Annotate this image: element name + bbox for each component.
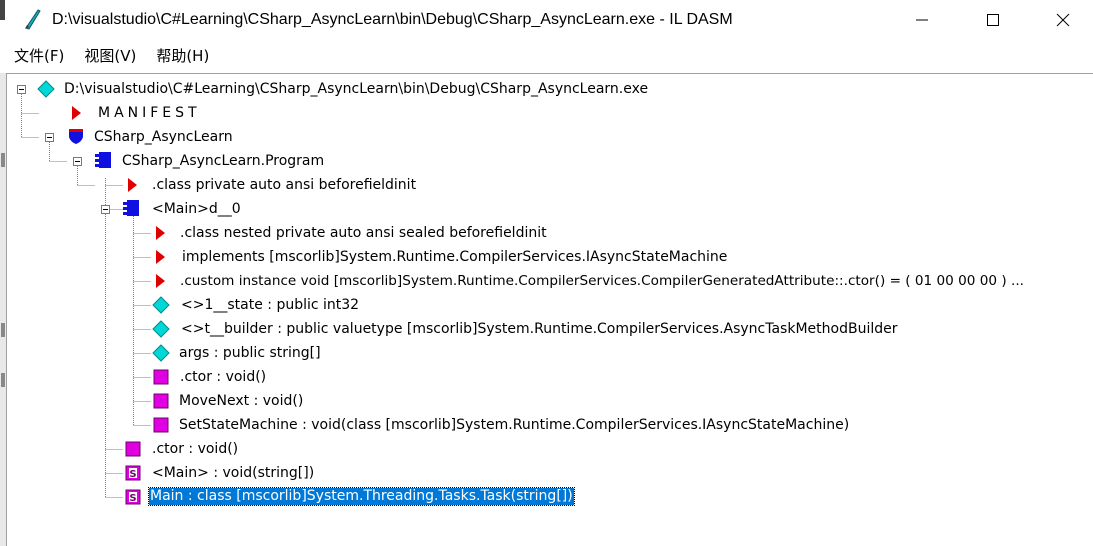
triangle-red-icon [72, 106, 81, 120]
diamond-cyan-icon [152, 320, 170, 338]
tree-node-namespace[interactable]: CSharp_AsyncLearn [94, 129, 233, 146]
diamond-cyan-icon [37, 80, 55, 98]
triangle-red-icon [156, 250, 165, 264]
static-method-icon: S [125, 489, 141, 505]
class-icon [95, 152, 111, 168]
tree-node-d0-class-decl[interactable]: .class nested private auto ansi sealed b… [180, 225, 547, 242]
tree-node-d0-setstate[interactable]: SetStateMachine : void(class [mscorlib]S… [179, 417, 849, 434]
shield-namespace-icon [69, 129, 83, 144]
root-collapse-toggle[interactable] [17, 85, 26, 94]
tree-node-program-main-selected[interactable]: Main : class [mscorlib]System.Threading.… [148, 487, 575, 506]
class-icon [123, 200, 139, 216]
static-method-icon: S [125, 465, 141, 481]
tree-node-program-main-lt[interactable]: <Main> : void(string[]) [152, 465, 314, 482]
tree-node-manifest[interactable]: MANIFEST [98, 105, 201, 122]
title-bar: D:\visualstudio\C#Learning\CSharp_AsyncL… [0, 0, 1093, 40]
window-edge [0, 0, 5, 20]
tree-node-d0-args[interactable]: args : public string[] [179, 345, 321, 362]
maximize-button[interactable] [970, 0, 1016, 40]
tree-node-d0-state[interactable]: <>1__state : public int32 [181, 297, 359, 314]
menu-help[interactable]: 帮助(H) [142, 42, 215, 70]
method-magenta-icon [153, 369, 169, 385]
diamond-cyan-icon [152, 344, 170, 362]
menu-bar: 文件(F) 视图(V) 帮助(H) [0, 42, 1093, 70]
tree-node-d0-ctor[interactable]: .ctor : void() [180, 369, 266, 386]
method-magenta-icon [153, 393, 169, 409]
tree-node-class-program[interactable]: CSharp_AsyncLearn.Program [122, 153, 324, 170]
tree-node-program-class-decl[interactable]: .class private auto ansi beforefieldinit [152, 177, 416, 194]
edge-mark [1, 323, 5, 337]
method-magenta-icon [125, 441, 141, 457]
triangle-red-icon [128, 178, 137, 192]
tree-node-root[interactable]: D:\visualstudio\C#Learning\CSharp_AsyncL… [64, 81, 648, 98]
svg-text:S: S [129, 469, 136, 480]
tree-node-program-ctor[interactable]: .ctor : void() [152, 441, 238, 458]
close-icon [1056, 13, 1070, 27]
maximize-icon [987, 14, 999, 26]
minimize-icon [916, 19, 928, 21]
ildasm-app-icon [25, 9, 41, 30]
tree-node-class-main-d0[interactable]: <Main>d__0 [152, 201, 241, 218]
tree-view[interactable]: D:\visualstudio\C#Learning\CSharp_AsyncL… [6, 73, 1093, 546]
tree-node-d0-builder[interactable]: <>t__builder : public valuetype [mscorli… [181, 321, 897, 338]
diamond-cyan-icon [152, 296, 170, 314]
namespace-collapse-toggle[interactable] [45, 133, 54, 142]
tree-node-d0-movenext[interactable]: MoveNext : void() [179, 393, 303, 410]
window-title: D:\visualstudio\C#Learning\CSharp_AsyncL… [52, 11, 733, 28]
menu-file[interactable]: 文件(F) [0, 42, 70, 70]
minimize-button[interactable] [899, 0, 945, 40]
close-button[interactable] [1040, 0, 1086, 40]
edge-mark [1, 153, 5, 167]
svg-text:S: S [129, 493, 136, 504]
tree-node-d0-implements[interactable]: implements [mscorlib]System.Runtime.Comp… [182, 249, 727, 266]
class-main-d0-collapse-toggle[interactable] [101, 205, 110, 214]
edge-mark [1, 373, 5, 387]
triangle-red-icon [156, 226, 165, 240]
triangle-red-icon [156, 274, 165, 288]
tree-node-d0-custom[interactable]: .custom instance void [mscorlib]System.R… [180, 273, 1024, 290]
method-magenta-icon [153, 417, 169, 433]
menu-view[interactable]: 视图(V) [70, 42, 142, 70]
class-program-collapse-toggle[interactable] [73, 157, 82, 166]
